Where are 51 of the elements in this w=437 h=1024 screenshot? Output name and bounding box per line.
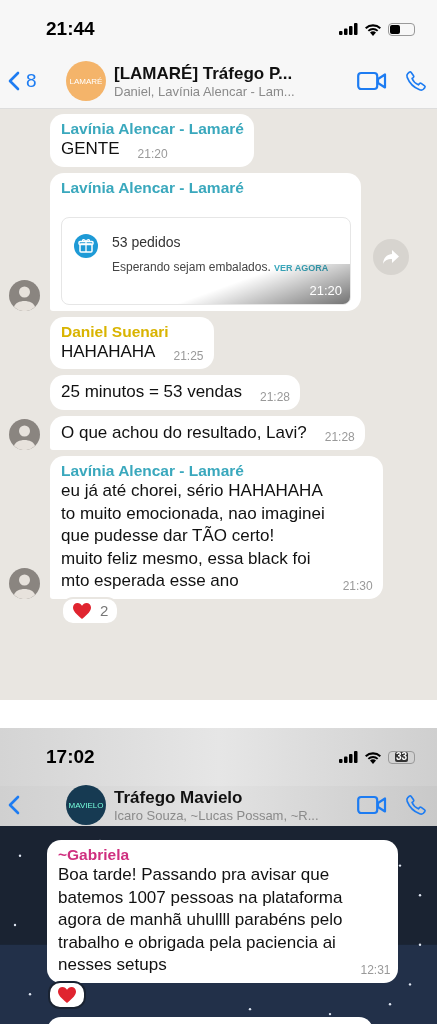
sender-name[interactable]: Lavínia Alencar - Lamaré <box>61 120 244 138</box>
message-text: Boa tarde! Passando pra avisar que batemos 1007 pessoas na plataforma agora de manhã uhullll parabéns pelo trabalho e obrigada pela paciencia ai nesses setups <box>58 864 343 976</box>
chevron-icon <box>8 795 20 815</box>
message-time: 21:30 <box>342 578 373 593</box>
avatar-icon <box>9 567 40 599</box>
message-time: 21:20 <box>137 146 168 161</box>
chat-members: Daniel, Lavínia Alencar - Lam... <box>114 83 296 99</box>
sender-name[interactable]: Lavínia Alencar - Lamaré <box>61 462 373 480</box>
video-call-icon[interactable] <box>357 71 387 91</box>
message-text: GENTE <box>61 138 120 160</box>
share-icon <box>382 248 400 265</box>
message-time: 12:31 <box>360 962 391 977</box>
message-text: eu já até chorei, sério HAHAHAHA to muito emocionada, nao imaginei que pudesse dar TÃO certo! muito feliz mesmo, essa black foi mto esperada esse ano <box>61 480 325 592</box>
message-text: 25 minutos = 53 vendas <box>61 381 242 403</box>
forward-button[interactable] <box>373 238 409 275</box>
card-title: 53 pedidos <box>112 233 182 250</box>
avatar-icon <box>9 279 40 311</box>
back-button[interactable]: 8 <box>8 70 66 92</box>
message-time: 21:20 <box>309 282 342 298</box>
message-time: 21:28 <box>260 389 290 404</box>
message-text: O que achou do resultado, Lavi? <box>61 421 307 444</box>
wifi-icon <box>364 750 382 764</box>
order-card[interactable]: 53 pedidos Esperando sejam embalados. VER AGORA 21:20 <box>61 216 351 305</box>
battery-icon: 33 <box>388 750 415 764</box>
chat-members: Icaro Souza, ~Lucas Possam, ~R... <box>114 807 320 823</box>
chevron-icon <box>8 71 20 91</box>
video-call-icon[interactable] <box>357 795 387 815</box>
wifi-icon <box>364 22 382 36</box>
message-time: 21:28 <box>324 430 355 444</box>
reaction-pill[interactable]: 2 <box>61 596 120 625</box>
chat-title[interactable]: Tráfego Mavielo <box>114 787 339 808</box>
heart-icon <box>72 601 92 620</box>
phone-icon[interactable] <box>405 70 427 92</box>
phone-icon[interactable] <box>405 794 427 816</box>
message-time: 21:25 <box>173 349 204 363</box>
sender-name[interactable]: Lavínia Alencar - Lamaré <box>61 178 351 197</box>
avatar-icon <box>9 419 40 450</box>
group-avatar[interactable]: MAVIELO <box>66 785 106 825</box>
see-now-link[interactable]: VER AGORA <box>274 262 329 273</box>
sender-name[interactable]: ~Gabriela <box>58 846 388 864</box>
heart-icon <box>57 985 77 1004</box>
sender-name[interactable]: Daniel Suenari <box>61 322 204 341</box>
battery-icon <box>388 22 415 36</box>
card-text: Esperando sejam embalados. VER AGORA <box>112 258 329 276</box>
message-text: HAHAHAHA <box>61 340 156 363</box>
signal-icon <box>339 751 358 763</box>
chat-title[interactable]: [LAMARÉ] Tráfego P... <box>114 63 339 84</box>
status-time: 21:44 <box>46 18 95 40</box>
status-time: 17:02 <box>46 746 95 768</box>
gift-icon <box>74 233 98 258</box>
signal-icon <box>339 23 358 35</box>
